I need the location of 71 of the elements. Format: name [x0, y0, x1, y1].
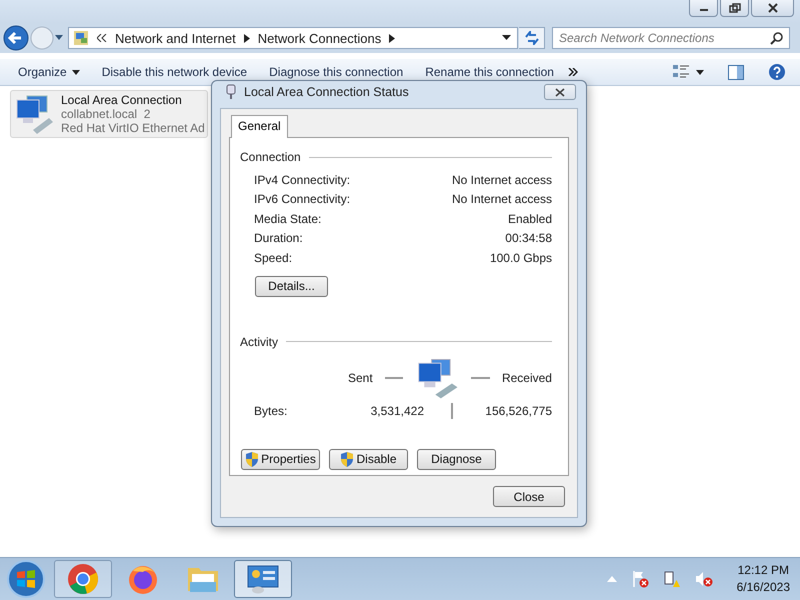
caret-icon[interactable]: [72, 70, 80, 74]
field-value: 100.0 Gbps: [490, 250, 552, 265]
toolbar-button[interactable]: Organize: [10, 63, 88, 81]
network-plug-icon: [226, 84, 236, 100]
clock[interactable]: 12:12 PM 6/16/2023: [736, 562, 790, 596]
field-value: Enabled: [508, 212, 552, 226]
field-label: Duration:: [254, 231, 303, 246]
start-button[interactable]: [6, 559, 46, 599]
action-button[interactable]: Properties: [241, 448, 320, 470]
more-icon[interactable]: [568, 68, 578, 76]
close-button[interactable]: [544, 84, 576, 100]
received-label: Received: [502, 370, 552, 384]
field-label: Media State:: [254, 212, 322, 226]
restore-icon[interactable]: [728, 3, 740, 13]
connection-item[interactable]: Local Area Connection collabnet.local 2 Red Hat VirtIO Ethernet Ad: [10, 90, 208, 138]
close-icon[interactable]: [766, 3, 778, 13]
chrome-taskbar-button[interactable]: [54, 560, 112, 598]
connection-name: Local Area Connection: [61, 93, 183, 107]
details-button[interactable]: Details...: [255, 276, 328, 296]
toolbar-button[interactable]: Diagnose this connection: [261, 63, 412, 81]
section-heading: Connection: [240, 150, 301, 164]
shield-icon[interactable]: [245, 452, 260, 466]
toolbar-button[interactable]: Rename this connection: [417, 63, 562, 81]
breadcrumb-item[interactable]: Network and Internet: [115, 30, 236, 46]
refresh-icon[interactable]: [524, 31, 540, 45]
network-name: collabnet.local 2: [61, 107, 152, 121]
close-icon[interactable]: [554, 88, 566, 96]
field-label: IPv6 Connectivity:: [254, 192, 350, 206]
section-heading: Activity: [240, 334, 278, 348]
close-button[interactable]: [751, 0, 794, 17]
field-value: No Internet access: [452, 192, 552, 206]
shield-icon[interactable]: [340, 452, 354, 466]
search-icon[interactable]: [770, 32, 783, 44]
breadcrumb-item[interactable]: Network Connections: [258, 30, 382, 46]
bytes-received: 156,526,775: [484, 404, 552, 418]
field-value: 00:34:58: [505, 231, 552, 246]
arrow-icon[interactable]: [389, 34, 396, 42]
minimize-button[interactable]: [689, 0, 718, 17]
adapter-name: Red Hat VirtIO Ethernet Ad: [61, 121, 205, 135]
speaker-muted-icon[interactable]: [694, 570, 713, 588]
flag-error-icon[interactable]: [630, 570, 649, 588]
restore-button[interactable]: [720, 0, 749, 17]
network-warning-icon[interactable]: [662, 570, 681, 588]
refresh-button[interactable]: [519, 27, 545, 49]
caret-icon[interactable]: [696, 70, 704, 74]
search-field[interactable]: Search Network Connections: [552, 27, 790, 49]
action-button[interactable]: Disable: [329, 448, 408, 470]
preview-pane-icon[interactable]: [728, 64, 744, 80]
sent-label: Sent: [348, 370, 373, 384]
back-button[interactable]: [3, 25, 29, 51]
help-icon[interactable]: [768, 63, 786, 81]
network-folder-icon: [73, 30, 89, 46]
control-panel-icon[interactable]: [246, 563, 280, 595]
view-options-icon[interactable]: [672, 64, 690, 80]
toolbar-button[interactable]: Disable this network device: [94, 63, 256, 81]
dialog-title: Local Area Connection Status: [244, 85, 409, 99]
tab[interactable]: General: [231, 115, 288, 138]
firefox-icon[interactable]: [127, 563, 159, 595]
dropdown-icon[interactable]: [502, 35, 511, 41]
bytes-label: Bytes:: [254, 404, 288, 418]
chevrons-icon: [97, 34, 107, 42]
field-label: IPv4 Connectivity:: [254, 172, 350, 187]
field-value: No Internet access: [452, 172, 552, 187]
action-button[interactable]: Diagnose: [417, 448, 496, 470]
arrow-icon[interactable]: [244, 34, 250, 42]
close-dialog-button[interactable]: Close: [493, 486, 565, 507]
address-bar[interactable]: Network and Internet Network Connections: [68, 27, 518, 49]
control-panel-taskbar-button[interactable]: [234, 560, 292, 598]
bytes-sent: 3,531,422: [370, 404, 424, 418]
field-label: Speed:: [254, 250, 292, 265]
chrome-icon[interactable]: [67, 563, 99, 595]
